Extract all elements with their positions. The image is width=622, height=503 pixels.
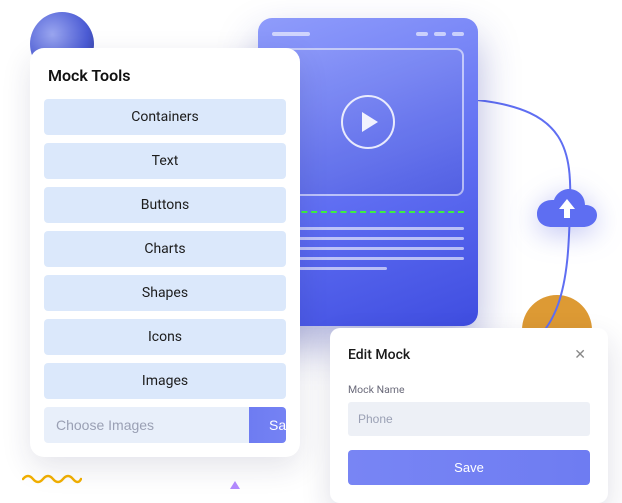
- mock-tools-panel: Mock Tools Containers Text Buttons Chart…: [30, 48, 300, 457]
- preview-title-skeleton: [272, 32, 310, 36]
- play-button[interactable]: [341, 95, 395, 149]
- tool-label: Icons: [148, 329, 182, 345]
- close-icon[interactable]: ✕: [570, 344, 590, 365]
- upload-cloud-icon[interactable]: [535, 185, 599, 229]
- tool-label: Buttons: [141, 197, 189, 213]
- preview-text-skeleton: [272, 227, 464, 270]
- tool-item-text[interactable]: Text: [44, 143, 286, 179]
- edit-mock-title: Edit Mock: [348, 347, 410, 363]
- tools-save-button[interactable]: Save: [249, 407, 286, 443]
- mock-tools-title: Mock Tools: [44, 66, 286, 85]
- preview-divider-dashed: [272, 210, 464, 213]
- preview-media-frame[interactable]: [272, 48, 464, 196]
- mock-name-label: Mock Name: [348, 383, 590, 396]
- tool-item-charts[interactable]: Charts: [44, 231, 286, 267]
- tool-item-buttons[interactable]: Buttons: [44, 187, 286, 223]
- tool-item-icons[interactable]: Icons: [44, 319, 286, 355]
- edit-mock-panel: Edit Mock ✕ Mock Name Save: [330, 328, 608, 503]
- mock-name-input[interactable]: [348, 402, 590, 436]
- tool-label: Charts: [144, 241, 185, 257]
- edit-save-button[interactable]: Save: [348, 450, 590, 485]
- tool-item-containers[interactable]: Containers: [44, 99, 286, 135]
- tool-label: Text: [152, 153, 179, 169]
- play-icon: [362, 112, 378, 132]
- choose-images-input[interactable]: [44, 407, 249, 443]
- decor-wave: [22, 473, 82, 485]
- tool-label: Containers: [131, 109, 199, 125]
- tool-item-images[interactable]: Images: [44, 363, 286, 399]
- preview-topbar: [272, 32, 464, 36]
- connector-line: [472, 100, 572, 360]
- tool-footer: Save: [44, 407, 286, 443]
- tool-item-shapes[interactable]: Shapes: [44, 275, 286, 311]
- decor-triangle: [230, 481, 240, 489]
- preview-nav-dots: [416, 32, 464, 36]
- tool-label: Images: [142, 373, 188, 389]
- tool-label: Shapes: [142, 285, 188, 301]
- edit-mock-header: Edit Mock ✕: [348, 344, 590, 365]
